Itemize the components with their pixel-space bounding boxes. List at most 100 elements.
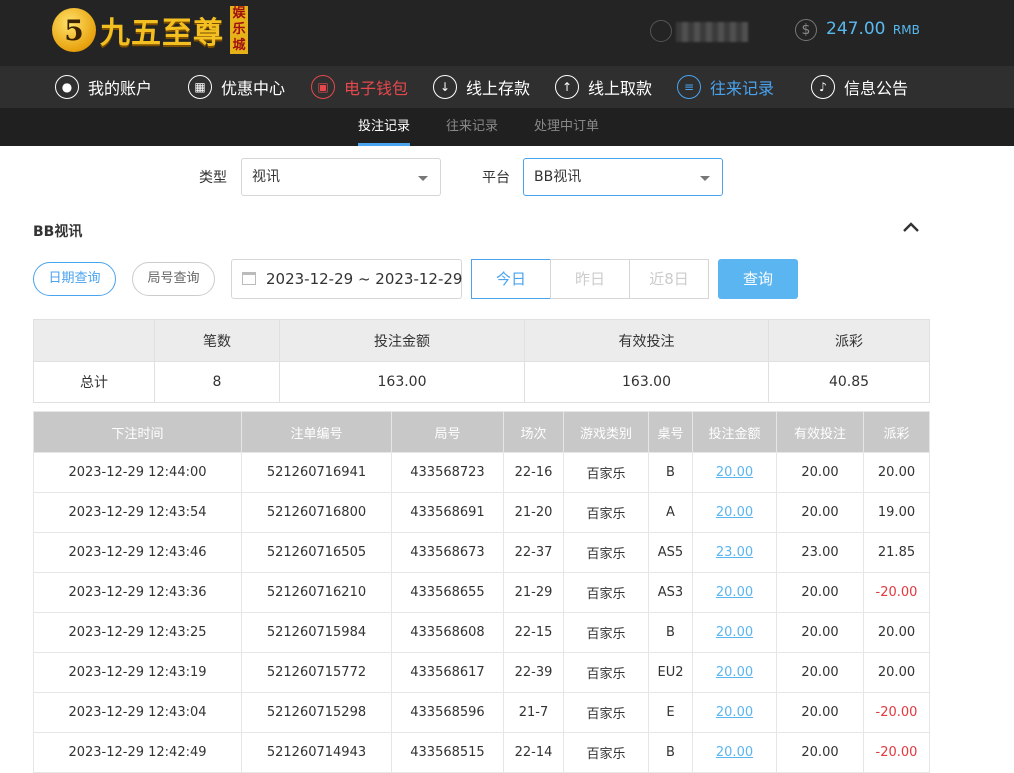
summary-cell: 163.00 (279, 361, 525, 403)
table-row: 2023-12-29 12:43:04 521260715298 433568596… (33, 692, 930, 733)
bet-amount-link[interactable]: 20.00 (692, 492, 777, 533)
bet-records-table: 下注时间 注单编号 局号 场次 游戏类别 桌号 投注金额 有效投注 派彩 2023-12-29 … (33, 411, 930, 773)
table-cell: 20.00 (776, 492, 864, 533)
table-cell: 23.00 (776, 532, 864, 573)
nav-item-label: 线上存款 (466, 79, 531, 98)
table-cell: 20.00 (863, 452, 930, 493)
table-row: 2023-12-29 12:43:54 521260716800 433568691… (33, 492, 930, 533)
nav-item-deposit[interactable]: ↓ 线上存款 (433, 66, 530, 108)
user-avatar-icon[interactable] (650, 20, 672, 42)
table-cell: 2023-12-29 12:44:00 (33, 452, 242, 493)
table-header-row: 下注时间 注单编号 局号 场次 游戏类别 桌号 投注金额 有效投注 派彩 (33, 411, 930, 453)
chevron-down-icon (700, 176, 710, 181)
table-cell: 20.00 (776, 572, 864, 613)
table-cell: B (648, 612, 693, 653)
table-cell: 521260716941 (241, 452, 392, 493)
quick-8days-button[interactable]: 近8日 (629, 259, 709, 299)
table-cell: 2023-12-29 12:42:49 (33, 732, 242, 773)
type-select-value: 视讯 (252, 169, 280, 185)
table-cell: 433568723 (391, 452, 504, 493)
quick-today-button[interactable]: 今日 (471, 259, 551, 299)
table-row: 2023-12-29 12:42:49 521260714943 433568515… (33, 732, 930, 773)
table-cell: 22-37 (503, 532, 564, 573)
table-cell: 433568515 (391, 732, 504, 773)
table-cell: 21-7 (503, 692, 564, 733)
table-cell: 433568673 (391, 532, 504, 573)
table-cell: A (648, 492, 693, 533)
nav-item-announcements[interactable]: ♪ 信息公告 (811, 66, 908, 108)
type-select[interactable]: 视讯 (241, 158, 441, 196)
summary-row: 总计 8 163.00 163.00 40.85 (33, 361, 930, 403)
withdraw-icon: ↑ (555, 75, 579, 99)
section-title: BB视讯 (33, 224, 83, 240)
bet-amount-link[interactable]: 20.00 (692, 452, 777, 493)
gift-icon: ▦ (188, 75, 212, 99)
logo-badge-icon: 5 (52, 8, 96, 52)
quick-yesterday-button[interactable]: 昨日 (550, 259, 630, 299)
table-cell: 21-20 (503, 492, 564, 533)
column-header: 派彩 (863, 411, 930, 453)
table-cell: 2023-12-29 12:43:19 (33, 652, 242, 693)
table-cell: AS5 (648, 532, 693, 573)
bet-amount-link[interactable]: 20.00 (692, 732, 777, 773)
table-cell: 433568608 (391, 612, 504, 653)
bet-amount-link[interactable]: 20.00 (692, 692, 777, 733)
bet-amount-link[interactable]: 20.00 (692, 612, 777, 653)
summary-header (33, 319, 155, 362)
table-cell: 百家乐 (563, 652, 649, 693)
table-cell: 521260715298 (241, 692, 392, 733)
table-cell: 20.00 (776, 692, 864, 733)
round-query-button[interactable]: 局号查询 (132, 262, 215, 296)
date-query-button[interactable]: 日期查询 (33, 262, 116, 296)
table-cell: 百家乐 (563, 492, 649, 533)
date-range-input[interactable]: 2023-12-29 ~ 2023-12-29 (231, 259, 462, 299)
column-header: 投注金额 (692, 411, 777, 453)
table-cell: 521260716210 (241, 572, 392, 613)
bet-amount-link[interactable]: 20.00 (692, 652, 777, 693)
column-header: 游戏类别 (563, 411, 649, 453)
search-button[interactable]: 查询 (718, 259, 798, 299)
calendar-icon (242, 272, 256, 285)
tab-pending-orders[interactable]: 处理中订单 (534, 108, 599, 146)
table-cell: B (648, 732, 693, 773)
table-cell: 百家乐 (563, 732, 649, 773)
table-row: 2023-12-29 12:43:46 521260716505 433568673… (33, 532, 930, 573)
table-cell: 20.00 (776, 612, 864, 653)
table-cell: 2023-12-29 12:43:25 (33, 612, 242, 653)
tab-bet-records[interactable]: 投注记录 (358, 108, 411, 146)
summary-table: 笔数 投注金额 有效投注 派彩 总计 8 163.00 163.00 40.85 (33, 319, 930, 403)
nav-item-account[interactable]: ● 我的账户 (55, 66, 152, 108)
nav-item-promotions[interactable]: ▦ 优惠中心 (188, 66, 285, 108)
table-cell: 2023-12-29 12:43:04 (33, 692, 242, 733)
nav-item-label: 信息公告 (844, 79, 909, 98)
bet-amount-link[interactable]: 20.00 (692, 572, 777, 613)
table-cell: -20.00 (863, 572, 930, 613)
table-cell: 百家乐 (563, 452, 649, 493)
main-nav: ● 我的账户 ▦ 优惠中心 ▣ 电子钱包 ↓ 线上存款 ↑ 线上取款 ≡ 往来记录 ♪ 信息公… (0, 66, 1014, 108)
nav-item-wallet[interactable]: ▣ 电子钱包 (311, 66, 408, 108)
tab-transaction-records[interactable]: 往来记录 (446, 108, 498, 146)
platform-select[interactable]: BB视讯 (523, 158, 723, 196)
bet-amount-link[interactable]: 23.00 (692, 532, 777, 573)
table-cell: E (648, 692, 693, 733)
nav-item-withdraw[interactable]: ↑ 线上取款 (555, 66, 652, 108)
summary-header: 有效投注 (524, 319, 769, 362)
table-cell: 521260715984 (241, 612, 392, 653)
summary-header: 笔数 (154, 319, 280, 362)
chevron-up-icon[interactable] (902, 220, 920, 234)
dollar-icon: $ (795, 19, 817, 41)
nav-item-records[interactable]: ≡ 往来记录 (677, 66, 774, 108)
sub-nav: 投注记录 往来记录 处理中订单 (0, 108, 1014, 146)
summary-header-row: 笔数 投注金额 有效投注 派彩 (33, 319, 930, 362)
table-cell: 433568655 (391, 572, 504, 613)
column-header: 有效投注 (776, 411, 864, 453)
summary-header: 投注金额 (279, 319, 525, 362)
table-row: 2023-12-29 12:43:19 521260715772 433568617… (33, 652, 930, 693)
column-header: 局号 (391, 411, 504, 453)
site-logo[interactable]: 5 九五至尊 娱乐城 (52, 4, 248, 56)
table-row: 2023-12-29 12:44:00 521260716941 433568723… (33, 452, 930, 493)
table-cell: 百家乐 (563, 572, 649, 613)
table-cell: 521260716800 (241, 492, 392, 533)
table-cell: 21.85 (863, 532, 930, 573)
logo-tag: 娱乐城 (230, 6, 248, 54)
